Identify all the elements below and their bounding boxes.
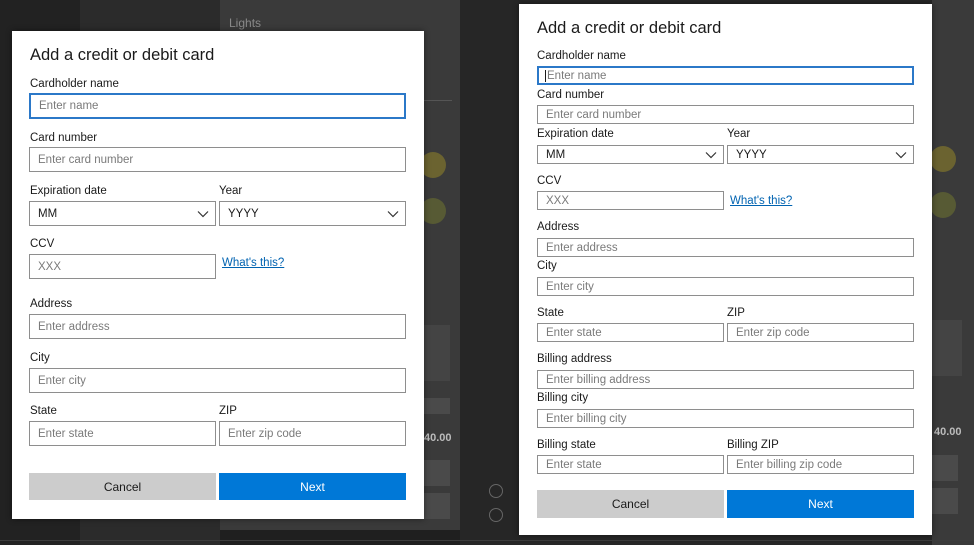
cardholder-name-label: Cardholder name	[537, 50, 626, 62]
cancel-button[interactable]: Cancel	[537, 490, 724, 518]
ccv-placeholder: XXX	[546, 194, 570, 207]
city-input[interactable]: Enter city	[29, 368, 406, 393]
background-bar-5	[932, 488, 958, 514]
ccv-placeholder: XXX	[38, 260, 62, 273]
background-divider	[424, 100, 452, 101]
card-number-label: Card number	[30, 132, 98, 144]
billing-city-label: Billing city	[537, 392, 589, 404]
next-button[interactable]: Next	[219, 473, 406, 500]
billing-city-placeholder: Enter billing city	[546, 412, 627, 425]
expiration-date-label: Expiration date	[30, 185, 107, 197]
dialog-title: Add a credit or debit card	[537, 19, 722, 37]
billing-zip-label: Billing ZIP	[727, 439, 779, 451]
zip-label: ZIP	[219, 405, 237, 417]
address-input[interactable]: Enter address	[537, 238, 914, 257]
zip-input[interactable]: Enter zip code	[219, 421, 406, 446]
cancel-button[interactable]: Cancel	[29, 473, 216, 500]
whats-this-link[interactable]: What's this?	[730, 195, 792, 207]
state-label: State	[30, 405, 57, 417]
chevron-down-icon	[197, 210, 209, 217]
address-placeholder: Enter address	[546, 241, 618, 254]
billing-zip-input[interactable]: Enter billing zip code	[727, 455, 914, 474]
billing-address-input[interactable]: Enter billing address	[537, 370, 914, 389]
city-placeholder: Enter city	[38, 374, 86, 387]
expiration-year-select[interactable]: YYYY	[219, 201, 406, 226]
card-number-label: Card number	[537, 89, 605, 101]
ccv-label: CCV	[537, 175, 562, 187]
billing-zip-placeholder: Enter billing zip code	[736, 458, 843, 471]
address-label: Address	[537, 221, 580, 233]
year-label: Year	[219, 185, 243, 197]
chevron-down-icon	[387, 210, 399, 217]
expiration-year-value: YYYY	[228, 207, 259, 220]
city-placeholder: Enter city	[546, 280, 594, 293]
add-card-dialog-right: Add a credit or debit card Cardholder na…	[519, 4, 932, 535]
background-swatch-4	[930, 192, 956, 218]
expiration-year-value: YYYY	[736, 148, 767, 161]
billing-state-placeholder: Enter state	[546, 458, 602, 471]
card-number-input[interactable]: Enter card number	[537, 105, 914, 124]
cardholder-name-input[interactable]: Enter name	[537, 66, 914, 85]
billing-state-input[interactable]: Enter state	[537, 455, 724, 474]
state-input[interactable]: Enter state	[29, 421, 216, 446]
background-swatch-3	[930, 146, 956, 172]
billing-state-label: Billing state	[537, 439, 596, 451]
background-radio-2	[489, 508, 503, 522]
background-lights-label: Lights	[229, 16, 262, 30]
background-bottom-line	[0, 540, 974, 541]
address-label: Address	[30, 298, 73, 310]
whats-this-link[interactable]: What's this?	[222, 257, 284, 269]
zip-input[interactable]: Enter zip code	[727, 323, 914, 342]
background-price-right: 40.00	[934, 426, 962, 438]
billing-address-placeholder: Enter billing address	[546, 373, 651, 386]
cardholder-name-input[interactable]: Enter name	[29, 93, 406, 119]
state-label: State	[537, 307, 564, 319]
state-placeholder: Enter state	[38, 427, 94, 440]
cardholder-name-placeholder: Enter name	[39, 100, 99, 112]
card-number-placeholder: Enter card number	[38, 153, 134, 166]
expiration-month-select[interactable]: MM	[29, 201, 216, 226]
background-product-image-2	[932, 320, 962, 376]
expiration-month-select[interactable]: MM	[537, 145, 724, 164]
city-label: City	[30, 352, 50, 364]
background-radio-1	[489, 484, 503, 498]
expiration-year-select[interactable]: YYYY	[727, 145, 914, 164]
address-placeholder: Enter address	[38, 320, 110, 333]
chevron-down-icon	[705, 151, 717, 158]
next-button[interactable]: Next	[727, 490, 914, 518]
state-input[interactable]: Enter state	[537, 323, 724, 342]
billing-address-label: Billing address	[537, 353, 612, 365]
background-bar-4	[932, 455, 958, 481]
billing-city-input[interactable]: Enter billing city	[537, 409, 914, 428]
ccv-label: CCV	[30, 238, 55, 250]
ccv-input[interactable]: XXX	[29, 254, 216, 279]
expiration-month-value: MM	[38, 207, 58, 220]
add-card-dialog-left: Add a credit or debit card Cardholder na…	[12, 31, 424, 519]
expiration-month-value: MM	[546, 148, 566, 161]
cardholder-name-placeholder: Enter name	[547, 69, 607, 82]
background-price-left: 40.00	[424, 432, 452, 444]
background-bar-3	[424, 493, 450, 519]
background-bar-2	[424, 460, 450, 486]
state-placeholder: Enter state	[546, 326, 602, 339]
dialog-title: Add a credit or debit card	[30, 46, 215, 64]
zip-placeholder: Enter zip code	[736, 326, 810, 339]
city-input[interactable]: Enter city	[537, 277, 914, 296]
city-label: City	[537, 260, 557, 272]
address-input[interactable]: Enter address	[29, 314, 406, 339]
background-bar-1	[424, 398, 450, 414]
zip-label: ZIP	[727, 307, 745, 319]
chevron-down-icon	[895, 151, 907, 158]
card-number-placeholder: Enter card number	[546, 108, 642, 121]
year-label: Year	[727, 128, 751, 140]
background-product-image	[424, 325, 450, 381]
zip-placeholder: Enter zip code	[228, 427, 302, 440]
cardholder-name-label: Cardholder name	[30, 78, 119, 90]
expiration-date-label: Expiration date	[537, 128, 614, 140]
card-number-input[interactable]: Enter card number	[29, 147, 406, 172]
ccv-input[interactable]: XXX	[537, 191, 724, 210]
text-cursor	[545, 69, 546, 82]
